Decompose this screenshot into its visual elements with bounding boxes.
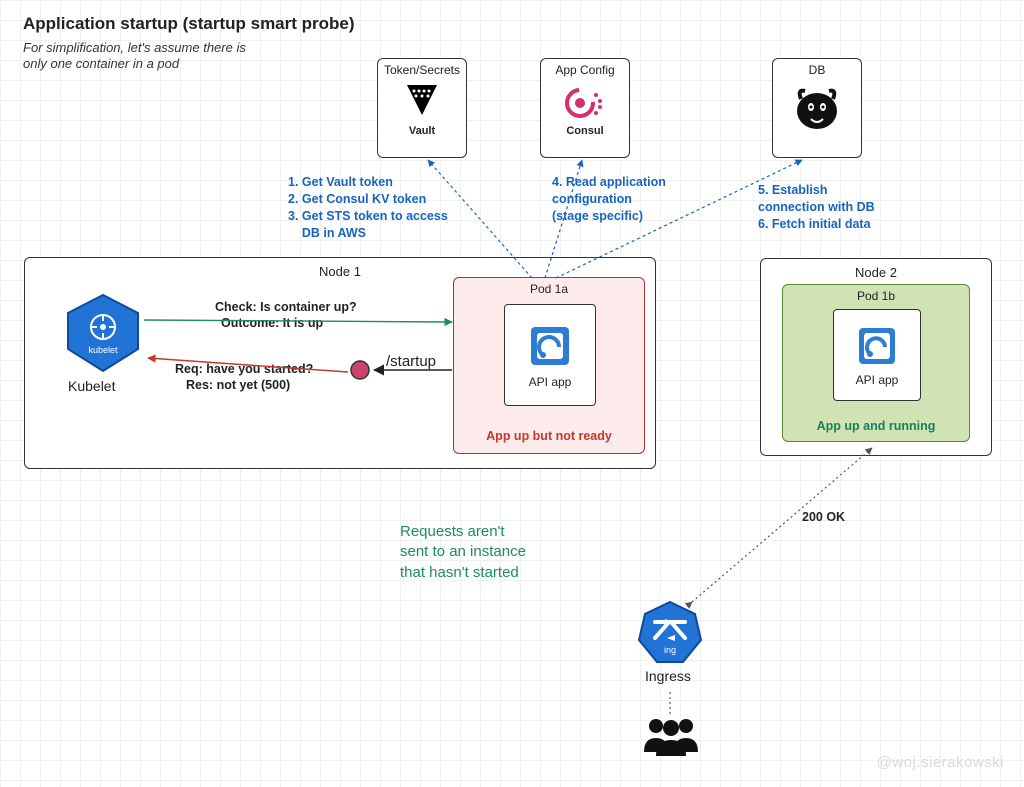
step-1: 1. Get Vault token: [288, 174, 448, 191]
service-db: DB: [772, 58, 862, 158]
message-l1: Requests aren't: [400, 522, 526, 542]
steps-db: 5. Establish connection with DB 6. Fetch…: [758, 182, 875, 233]
pod-1b-app: API app: [833, 309, 921, 401]
step-3b: DB in AWS: [288, 225, 448, 242]
pod-1b: Pod 1b API app App up and running: [782, 284, 970, 442]
step-4b: configuration: [552, 191, 666, 208]
service-consul: App Config Consul: [540, 58, 630, 158]
service-vault-name: Vault: [409, 125, 435, 137]
steps-consul: 4. Read application configuration (stage…: [552, 174, 666, 225]
message-l3: that hasn't started: [400, 563, 526, 583]
pod-1b-status: App up and running: [783, 419, 969, 433]
step-6: 6. Fetch initial data: [758, 216, 875, 233]
step-4a: 4. Read application: [552, 174, 666, 191]
ingress-icon: ing: [635, 598, 705, 668]
diagram-subtitle-l1: For simplification, let's assume there i…: [23, 40, 246, 55]
service-db-title: DB: [809, 63, 826, 77]
diagram-subtitle-l2: only one container in a pod: [23, 56, 179, 71]
check-line-1: Check: Is container up?: [215, 300, 357, 314]
pod-1a-app-label: API app: [529, 375, 572, 389]
diagram-title: Application startup (startup smart probe…: [23, 14, 355, 34]
api-app-icon: [854, 323, 900, 369]
consul-icon: [560, 81, 610, 125]
pod-1a-status: App up but not ready: [454, 429, 644, 443]
steps-vault: 1. Get Vault token 2. Get Consul KV toke…: [288, 174, 448, 242]
pod-1a-app: API app: [504, 304, 596, 406]
watermark: @woj.sierakowski: [877, 754, 1004, 771]
api-app-icon: [525, 321, 575, 371]
svg-text:kubelet: kubelet: [88, 345, 118, 355]
response-200: 200 OK: [802, 510, 845, 524]
step-4c: (stage specific): [552, 208, 666, 225]
service-vault-title: Token/Secrets: [384, 63, 460, 77]
pod-1b-app-label: API app: [856, 373, 899, 387]
service-vault: Token/Secrets Vault: [377, 58, 467, 158]
svg-text:ing: ing: [664, 645, 676, 655]
probe-dot: [348, 358, 372, 382]
ingress-label: Ingress: [645, 668, 691, 684]
users-icon: [636, 714, 706, 758]
pod-1b-title: Pod 1b: [783, 289, 969, 303]
step-5b: connection with DB: [758, 199, 875, 216]
probe-line-1: Req: have you started?: [175, 362, 313, 376]
step-2: 2. Get Consul KV token: [288, 191, 448, 208]
startup-endpoint: /startup: [386, 353, 436, 370]
node-2-label: Node 2: [761, 265, 991, 280]
kubelet-label: Kubelet: [68, 378, 115, 394]
kubelet-icon: kubelet: [60, 291, 146, 377]
step-5a: 5. Establish: [758, 182, 875, 199]
check-line-2: Outcome: It is up: [221, 316, 323, 330]
probe-line-2: Res: not yet (500): [186, 378, 290, 392]
service-consul-title: App Config: [555, 63, 614, 77]
vault-icon: [397, 81, 447, 125]
message: Requests aren't sent to an instance that…: [400, 522, 526, 583]
message-l2: sent to an instance: [400, 542, 526, 562]
pod-1a: Pod 1a API app App up but not ready: [453, 277, 645, 454]
postgres-icon: [789, 81, 845, 137]
service-consul-name: Consul: [566, 125, 603, 137]
pod-1a-title: Pod 1a: [454, 282, 644, 296]
step-3a: 3. Get STS token to access: [288, 208, 448, 225]
